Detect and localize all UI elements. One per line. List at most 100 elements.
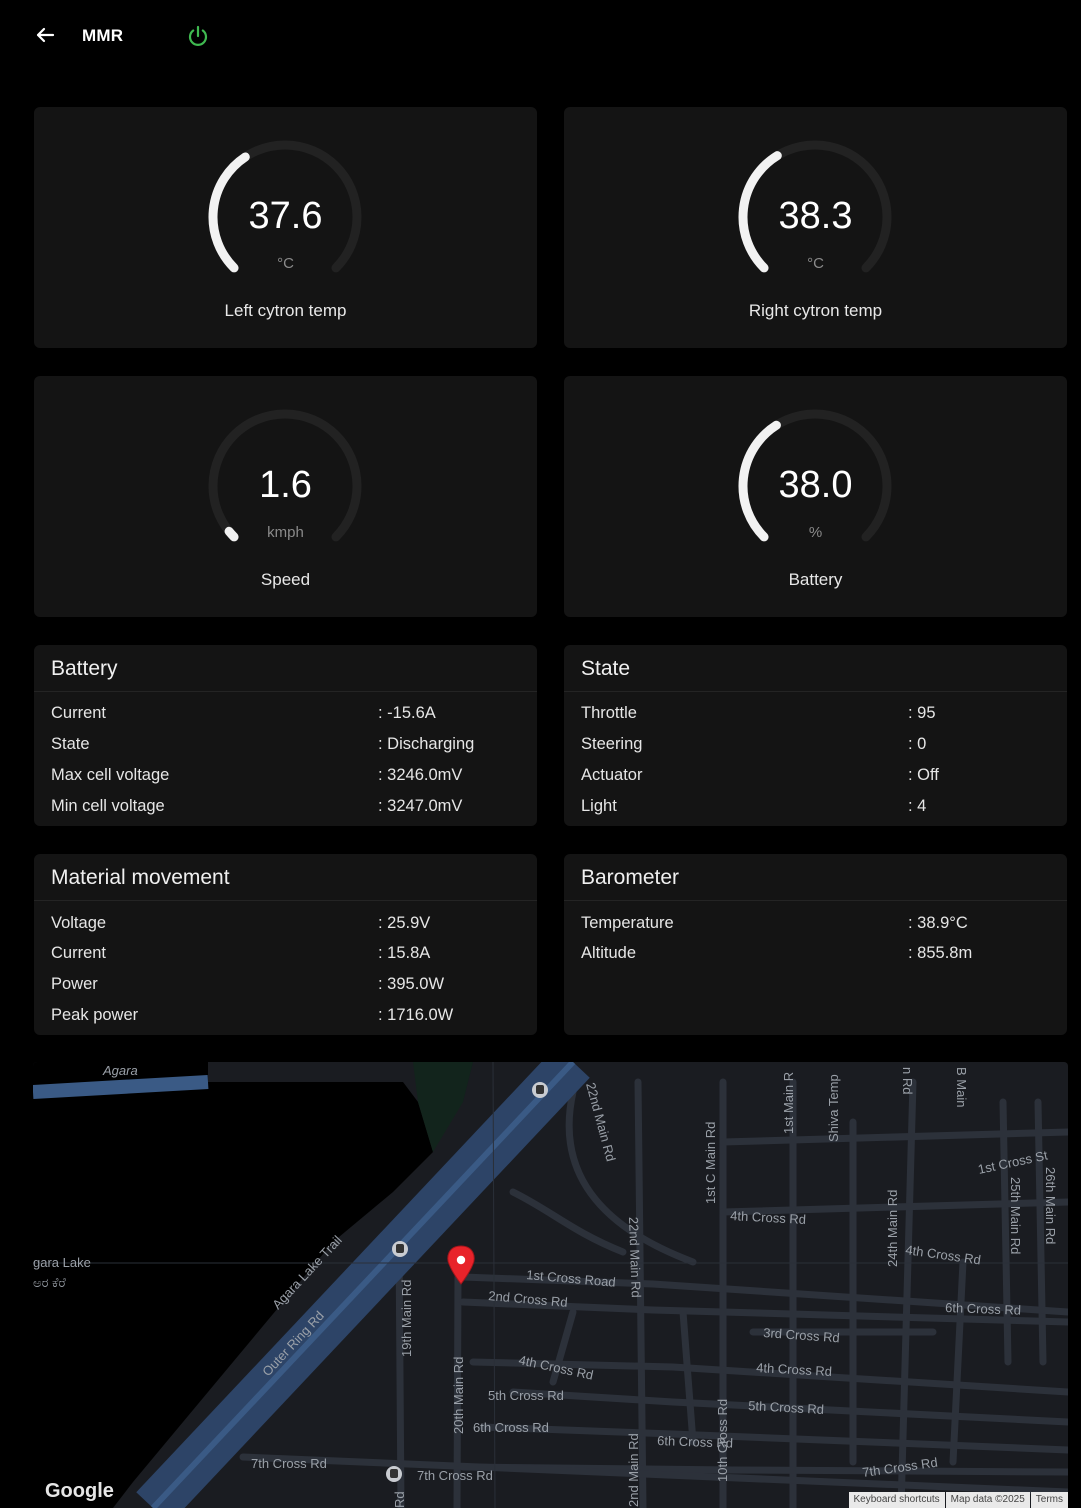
map-label: 1st C Main Rd (703, 1122, 718, 1204)
row-key: Power (51, 975, 98, 993)
gauge-value: 37.6 (248, 195, 323, 237)
map-label: B Main (954, 1067, 969, 1107)
panel-title: Battery (51, 657, 118, 680)
info-row: Current : 15.8A (51, 944, 520, 968)
map-label: 1st Cross Road (526, 1267, 617, 1290)
map-label: 25th Main Rd (1008, 1177, 1023, 1254)
gauge-value: 1.6 (259, 464, 312, 506)
google-logo: Google (45, 1480, 114, 1502)
gauge-unit: kmph (267, 524, 304, 541)
gauge-value: 38.0 (778, 464, 853, 506)
info-row: Throttle: 95 (581, 704, 1050, 728)
map-label: 22nd Main Rd (583, 1081, 618, 1163)
info-row: Max cell voltage: 3246.0mV (51, 766, 520, 790)
row-key: State (51, 735, 90, 753)
info-row: State : Discharging (51, 735, 520, 759)
row-value: : 4 (908, 797, 927, 815)
info-row: Light : 4 (581, 797, 1050, 821)
map-label: 6th Cross Rd (945, 1300, 1021, 1318)
info-row: Temperature : 38.9°C (581, 914, 1050, 938)
map-label: 3rd Cross Rd (763, 1325, 840, 1345)
gauge-label: Right cytron temp (748, 301, 883, 320)
row-value: : 1716.0W (378, 1006, 454, 1024)
row-value: : 395.0W (378, 975, 445, 993)
row-key: Altitude (581, 944, 637, 962)
row-value: : -15.6A (378, 704, 436, 722)
map-label: Rd (392, 1491, 407, 1508)
row-value: : 38.9°C (908, 914, 968, 932)
gauge-label: Battery (788, 570, 843, 589)
top-bar: MMR (0, 0, 1081, 72)
info-row: Min cell voltage: 3247.0mV (51, 797, 520, 821)
row-key: Steering (581, 735, 643, 753)
map-label: Agara (102, 1063, 138, 1078)
map-label: 24th Main Rd (885, 1190, 900, 1267)
map-canvas[interactable]: Agara gara Lake ಅರ ಕೆರೆ Agara Lake Trail… (33, 1062, 1068, 1508)
map-label: ಅರ ಕೆರೆ (33, 1275, 66, 1290)
gauge-card-speed: 1.6 kmph Speed (34, 376, 537, 617)
map-label: gara Lake (33, 1255, 91, 1270)
panel-title: Material movement (51, 866, 230, 889)
divider (564, 900, 1067, 901)
row-value: : 0 (908, 735, 927, 753)
row-value: : Discharging (378, 735, 475, 753)
map-label: 26th Main Rd (1043, 1167, 1058, 1244)
row-key: Min cell voltage (51, 797, 165, 815)
gauge-card-battery: 38.0 % Battery (564, 376, 1067, 617)
row-key: Actuator (581, 766, 643, 784)
row-value: : 25.9V (378, 914, 431, 932)
map-label: 6th Cross Rd (473, 1420, 549, 1435)
map-label: 7th Cross Rd (417, 1468, 493, 1483)
app-title: MMR (82, 26, 124, 45)
info-row: Actuator: Off (581, 766, 1050, 790)
info-row: Power : 395.0W (51, 975, 520, 999)
barometer-panel: Barometer Temperature : 38.9°C Altitude : … (564, 854, 1067, 1035)
map-label: 2nd Main Rd (626, 1433, 641, 1507)
map-attribution: Keyboard shortcuts Map data ©2025 Terms (848, 1492, 1068, 1508)
map-label: Shiva Temp (826, 1074, 841, 1142)
row-key: Peak power (51, 1006, 139, 1024)
power-icon[interactable] (186, 24, 210, 48)
map-label: 20th Main Rd (451, 1357, 466, 1434)
gauge-card-right-cytron-temp: 38.3 °C Right cytron temp (564, 107, 1067, 348)
divider (34, 900, 537, 901)
divider (564, 691, 1067, 692)
row-key: Current (51, 944, 107, 962)
row-key: Temperature (581, 914, 674, 932)
map-label: 22nd Main Rd (626, 1217, 644, 1298)
map-label: n Rd (900, 1067, 915, 1094)
material-movement-panel: Material movement Voltage : 25.9V Current… (34, 854, 537, 1035)
map-label: 5th Cross Rd (748, 1398, 825, 1417)
panel-title: State (581, 657, 631, 680)
location-map[interactable]: Agara gara Lake ಅರ ಕೆರೆ Agara Lake Trail… (33, 1062, 1068, 1508)
terms-link[interactable]: Terms (1030, 1492, 1068, 1508)
row-key: Throttle (581, 704, 637, 722)
arrow-left-icon[interactable] (34, 24, 56, 46)
info-row: Steering : 0 (581, 735, 1050, 759)
info-row: Altitude : 855.8m (581, 944, 1050, 968)
panel-title: Barometer (581, 866, 680, 889)
row-key: Max cell voltage (51, 766, 170, 784)
row-value: : 855.8m (908, 944, 973, 962)
transit-icon (532, 1082, 548, 1098)
map-label: 19th Main Rd (399, 1280, 414, 1357)
row-value: : 15.8A (378, 944, 431, 962)
map-label: 5th Cross Rd (488, 1388, 564, 1403)
transit-icon (386, 1466, 402, 1482)
gauge-label: Speed (260, 570, 311, 589)
gauge-value: 38.3 (778, 195, 853, 237)
map-label: 7th Cross Rd (251, 1456, 327, 1471)
divider (34, 691, 537, 692)
gauge-unit: % (808, 524, 823, 541)
info-row: Peak power : 1716.0W (51, 1006, 520, 1030)
info-row: Voltage : 25.9V (51, 914, 520, 938)
map-label: 4th Cross Rd (730, 1208, 807, 1227)
keyboard-shortcuts-link[interactable]: Keyboard shortcuts (848, 1492, 945, 1508)
map-label: 1st Main R (781, 1072, 796, 1134)
row-key: Light (581, 797, 617, 815)
row-key: Current (51, 704, 107, 722)
map-label: 4th Cross Rd (905, 1242, 982, 1267)
battery-panel: Battery Current : -15.6A State : Dischargi… (34, 645, 537, 826)
state-panel: State Throttle: 95 Steering : 0 Actuator:… (564, 645, 1067, 826)
row-key: Voltage (51, 914, 107, 932)
